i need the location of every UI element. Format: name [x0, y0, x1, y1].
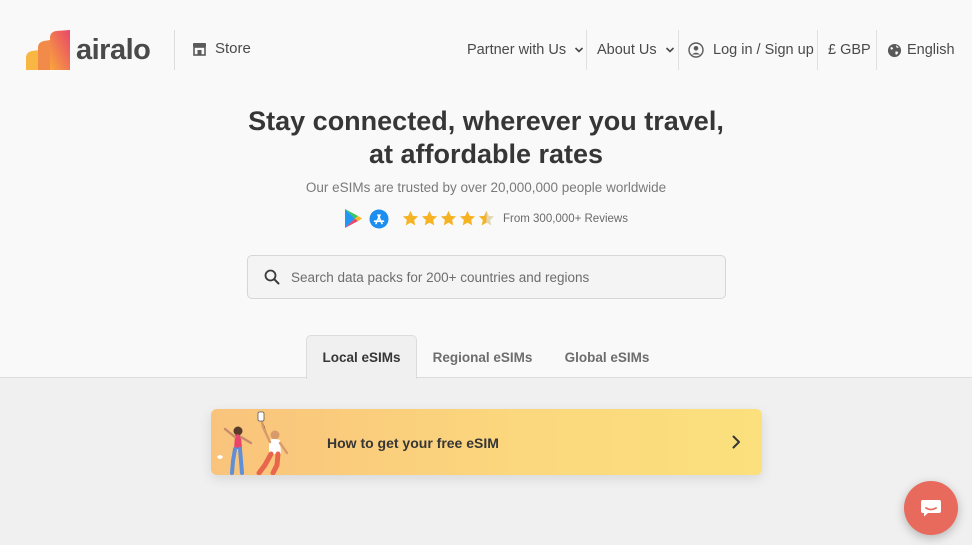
currency-selector[interactable]: £ GBP	[828, 30, 871, 70]
store-link[interactable]: Store	[192, 40, 251, 57]
store-label: Store	[215, 40, 251, 57]
half-star-icon	[478, 210, 495, 226]
banner-text: How to get your free eSIM	[327, 435, 499, 451]
nav-divider	[586, 30, 587, 70]
google-play-icon[interactable]	[343, 208, 363, 229]
about-label: About Us	[597, 42, 657, 58]
chevron-down-icon	[575, 47, 584, 53]
search-icon	[264, 269, 280, 285]
airalo-logo-mark	[24, 30, 72, 70]
search-box[interactable]	[247, 255, 726, 299]
nav-divider	[817, 30, 818, 70]
star-rating	[401, 209, 496, 228]
hero-title-line2: at affordable rates	[368, 139, 604, 169]
star-icon	[402, 210, 419, 226]
login-link[interactable]: Log in / Sign up	[688, 30, 814, 70]
chevron-right-icon	[732, 435, 740, 449]
globe-icon	[887, 43, 902, 57]
tab-regional-esims[interactable]: Regional eSIMs	[423, 335, 542, 379]
tab-global-esims[interactable]: Global eSIMs	[552, 335, 662, 379]
brand-name: airalo	[76, 33, 151, 66]
language-label: English	[907, 42, 955, 58]
hero-title-line1: Stay connected, wherever you travel,	[248, 106, 724, 136]
hero-subtitle: Our eSIMs are trusted by over 20,000,000…	[305, 180, 667, 195]
chevron-down-icon	[665, 47, 674, 53]
star-icon	[459, 210, 476, 226]
search-input[interactable]	[291, 269, 691, 285]
user-icon	[688, 42, 704, 58]
star-icon	[440, 210, 457, 226]
airalo-logo[interactable]: airalo	[24, 30, 151, 70]
currency-label: £ GBP	[828, 42, 871, 58]
app-rating: From 300,000+ Reviews	[343, 208, 628, 229]
chat-button[interactable]	[904, 481, 958, 535]
language-selector[interactable]: English	[887, 30, 955, 70]
partner-menu[interactable]: Partner with Us	[467, 30, 584, 70]
free-esim-banner[interactable]: How to get your free eSIM	[211, 409, 762, 475]
login-label: Log in / Sign up	[713, 42, 814, 58]
chat-icon	[921, 500, 941, 517]
header-divider	[174, 30, 175, 70]
reviews-count: From 300,000+ Reviews	[503, 212, 628, 225]
store-icon	[193, 42, 206, 56]
tab-local-esims[interactable]: Local eSIMs	[306, 335, 417, 379]
hero-title: Stay connected, wherever you travel, at …	[0, 105, 972, 171]
travelers-illustration	[217, 411, 289, 475]
about-menu[interactable]: About Us	[597, 30, 675, 70]
nav-divider	[876, 30, 877, 70]
partner-label: Partner with Us	[467, 42, 567, 58]
nav-divider	[678, 30, 679, 70]
app-store-icon[interactable]	[369, 209, 389, 229]
star-icon	[421, 210, 438, 226]
